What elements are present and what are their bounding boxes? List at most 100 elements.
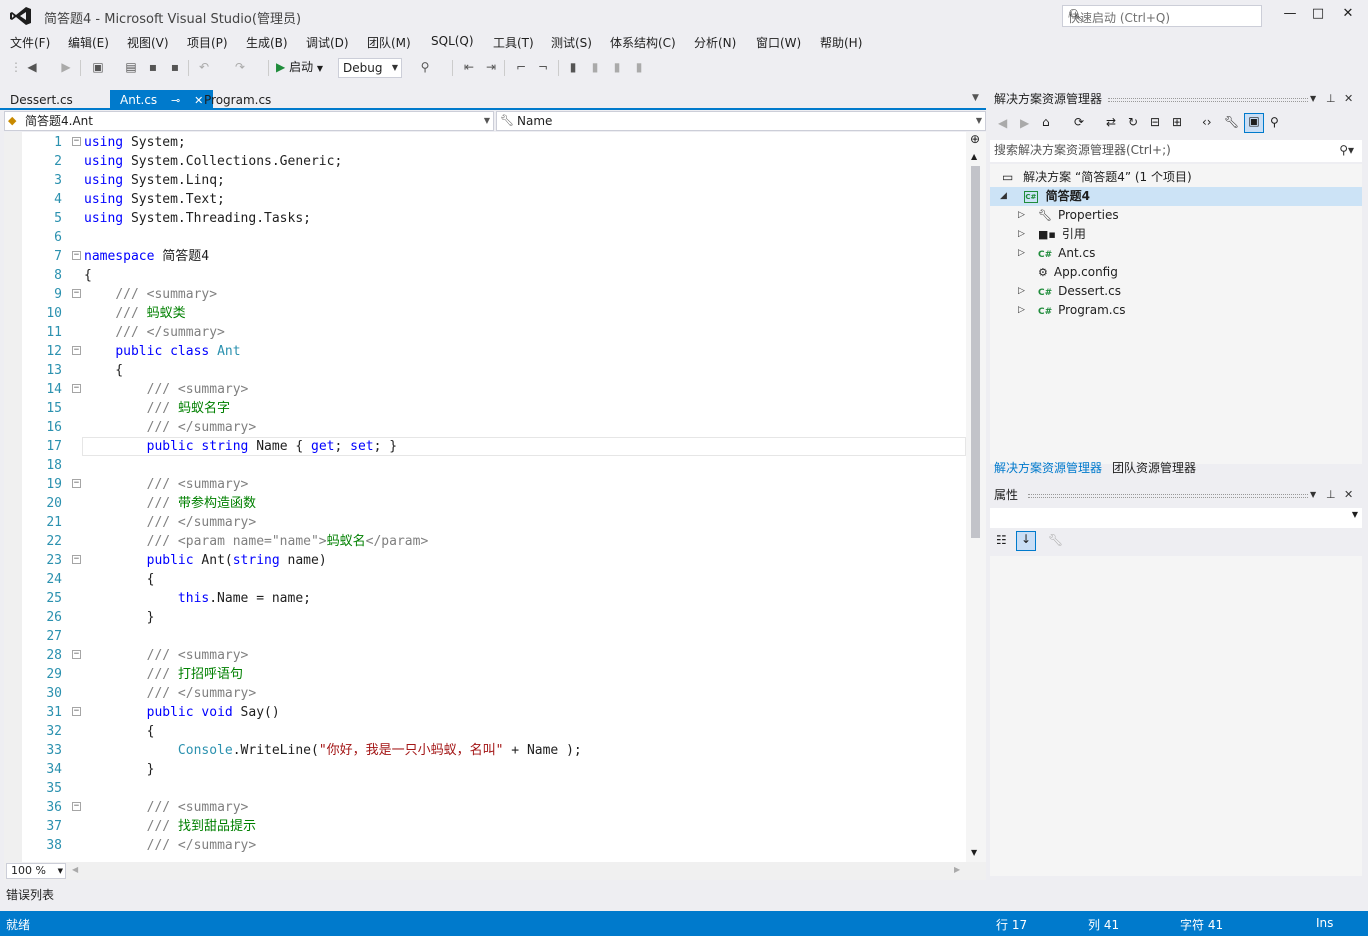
start-debugging-button[interactable]: ▶ 启动 ▼ [276,58,323,76]
expand-triangle-icon[interactable]: ▷ [1018,244,1025,263]
menu-architecture[interactable]: 体系结构(C) [610,34,676,51]
expand-triangle-icon[interactable]: ▷ [1018,282,1025,301]
tree-node-item[interactable]: ⚙ App.config [1016,263,1118,282]
collapse-icon[interactable]: − [72,479,81,488]
tree-node-item[interactable]: ▷ C# Dessert.cs [1016,282,1121,301]
wrench-icon[interactable]: 🔧︎ [1048,533,1063,547]
tree-node-project[interactable]: ◢ C# 简答题4 [990,187,1362,206]
chevron-down-icon[interactable]: ▼ [1310,88,1316,110]
alphabetical-icon[interactable]: ↓ [1016,531,1036,551]
find-in-files-icon[interactable]: ⚲ [416,58,434,76]
tree-node-item[interactable]: ▷ C# Ant.cs [1016,244,1095,263]
menu-help[interactable]: 帮助(H) [820,34,862,51]
collapse-icon[interactable]: − [72,384,81,393]
solution-configuration-select[interactable]: Debug ▼ [338,58,402,78]
close-icon[interactable]: ✕ [1344,484,1353,506]
collapse-icon[interactable]: − [72,802,81,811]
quick-launch-input[interactable]: 快速启动 (Ctrl+Q) 🔍︎ [1062,5,1262,27]
scroll-up-icon[interactable]: ▲ [971,152,977,161]
tree-node-item[interactable]: ▷ 🔧︎ Properties [1016,206,1119,225]
code-editor[interactable]: 1− using System; 2 using System.Collections… [4,132,966,862]
pin-icon[interactable]: ⊥ [1326,88,1336,110]
bookmark-icon[interactable]: ▮ [566,58,580,76]
scroll-down-icon[interactable]: ▼ [971,848,977,857]
solution-search-input[interactable]: 搜索解决方案资源管理器(Ctrl+;) ⚲▾ [990,140,1362,162]
tree-node-item[interactable]: ▷ C# Program.cs [1016,301,1125,320]
save-all-icon[interactable]: ▪ [166,58,184,76]
back-icon[interactable]: ◀ [998,116,1007,130]
clear-bookmarks-icon[interactable]: ▮ [632,58,646,76]
pin-icon[interactable]: ⊸ [171,94,180,107]
member-selector[interactable]: 🔧︎ Name ▼ [496,111,986,131]
new-project-icon[interactable]: ▣ [88,58,108,76]
categorized-icon[interactable]: ☷ [996,533,1007,547]
menu-debug[interactable]: 调试(D) [306,34,349,51]
open-file-icon[interactable]: ▤ [122,58,140,76]
expand-triangle-icon[interactable]: ▷ [1018,225,1025,244]
save-icon[interactable]: ▪ [144,58,162,76]
tab-dessert-cs[interactable]: Dessert.cs [0,90,83,110]
minimize-button[interactable]: — [1278,4,1302,24]
vertical-scrollbar[interactable]: ⊕ ▲ ▼ [966,132,986,862]
tree-node-solution[interactable]: ▭ 解决方案 “简答题4” (1 个项目) [1002,168,1192,187]
menu-file[interactable]: 文件(F) [10,34,50,51]
menu-window[interactable]: 窗口(W) [756,34,801,51]
scroll-left-icon[interactable]: ◀ [72,865,78,874]
maximize-button[interactable]: □ [1306,4,1330,24]
close-icon[interactable]: ✕ [1344,88,1353,110]
collapse-icon[interactable]: − [72,707,81,716]
outdent-icon[interactable]: ⇤ [460,58,478,76]
chevron-down-icon[interactable]: ▼ [1310,484,1316,506]
class-view-icon[interactable]: ⚲ [1270,115,1279,129]
properties-object-select[interactable]: ▼ [990,508,1362,528]
drag-handle[interactable] [1028,494,1308,498]
wrench-icon[interactable]: 🔧︎ [1224,115,1239,129]
sync-icon[interactable]: ⇄ [1106,115,1116,129]
tab-error-list[interactable]: 错误列表 [6,886,54,903]
expand-triangle-icon[interactable]: ▷ [1018,301,1025,320]
collapse-icon[interactable]: − [72,289,81,298]
collapse-icon[interactable]: − [72,555,81,564]
collapse-all-icon[interactable]: ⊟ [1150,115,1160,129]
home-icon[interactable]: ⌂ [1042,115,1050,129]
menu-project[interactable]: 项目(P) [187,34,228,51]
collapse-icon[interactable]: − [72,650,81,659]
undo-icon[interactable]: ↶ [196,58,212,76]
chevron-down-icon[interactable]: ▼ [972,93,979,103]
tree-node-item[interactable]: ▷ ■▪ 引用 [1016,225,1086,244]
scrollbar-thumb[interactable] [971,166,980,538]
menu-sql[interactable]: SQL(Q) [431,34,474,48]
preview-icon[interactable]: ▣ [1244,113,1264,133]
scroll-right-icon[interactable]: ▶ [954,865,960,874]
pin-icon[interactable]: ⊥ [1326,484,1336,506]
split-icon[interactable]: ⊕ [970,132,980,146]
show-all-files-icon[interactable]: ⊞ [1172,115,1182,129]
property-grid[interactable] [990,556,1362,876]
indent-icon[interactable]: ⇥ [482,58,500,76]
menu-analyze[interactable]: 分析(N) [694,34,736,51]
tab-program-cs[interactable]: Program.cs [194,90,281,110]
comment-icon[interactable]: ⌐ [512,58,530,76]
menu-view[interactable]: 视图(V) [127,34,169,51]
drag-handle[interactable] [1108,98,1308,102]
menu-tools[interactable]: 工具(T) [493,34,534,51]
menu-test[interactable]: 测试(S) [551,34,592,51]
expanded-triangle-icon[interactable]: ◢ [1000,187,1007,206]
uncomment-icon[interactable]: ¬ [534,58,552,76]
zoom-select[interactable]: 100 % ▼ [6,863,66,879]
collapse-icon[interactable]: − [72,346,81,355]
forward-icon[interactable]: ▶ [58,58,74,76]
collapse-icon[interactable]: − [72,251,81,260]
next-bookmark-icon[interactable]: ▮ [610,58,624,76]
expand-triangle-icon[interactable]: ▷ [1018,206,1025,225]
collapse-icon[interactable]: − [72,137,81,146]
forward-icon[interactable]: ▶ [1020,116,1029,130]
menu-build[interactable]: 生成(B) [246,34,288,51]
close-button[interactable]: ✕ [1336,4,1360,24]
tab-solution-explorer[interactable]: 解决方案资源管理器 [994,459,1102,476]
redo-icon[interactable]: ↷ [232,58,248,76]
view-code-icon[interactable]: ‹› [1202,115,1212,129]
tab-team-explorer[interactable]: 团队资源管理器 [1112,459,1196,476]
type-selector[interactable]: ◆ 简答题4.Ant ▼ [4,111,494,131]
refresh-icon[interactable]: ↻ [1128,115,1138,129]
